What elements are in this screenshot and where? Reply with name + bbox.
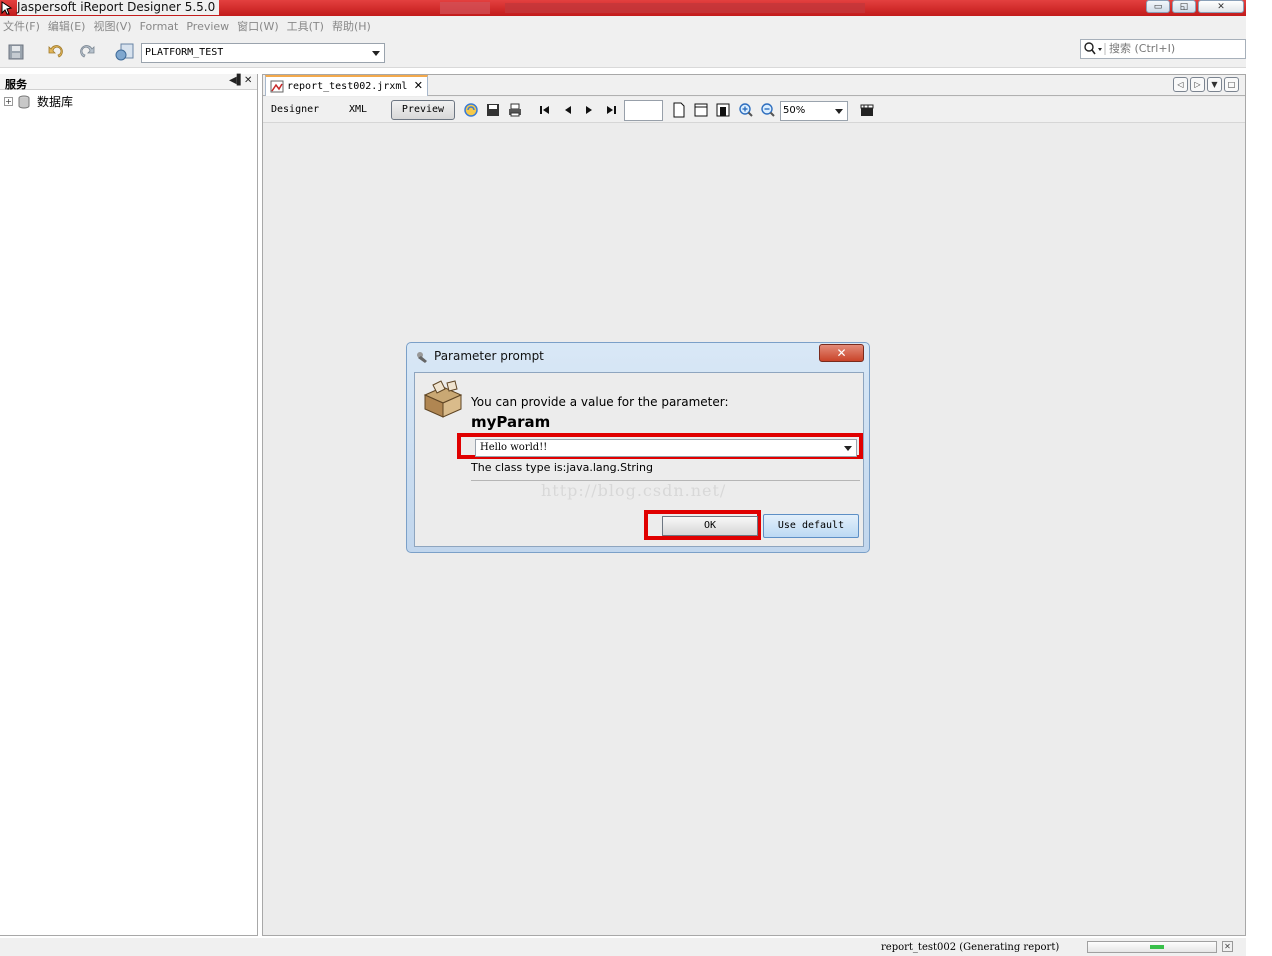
parameter-value: Hello world!! (480, 442, 548, 453)
save-all-icon[interactable] (6, 42, 28, 62)
ok-button-highlight: OK (644, 510, 761, 540)
last-page-icon[interactable] (603, 102, 619, 118)
menu-window[interactable]: 窗口(W) (234, 18, 281, 34)
app-dialog-icon (417, 352, 427, 363)
scroll-tabs-right-icon[interactable]: ▷ (1190, 77, 1205, 92)
expand-icon[interactable]: + (4, 97, 13, 106)
save-report-icon[interactable] (485, 102, 501, 118)
redo-icon[interactable] (76, 42, 98, 62)
tab-xml[interactable]: XML (345, 100, 371, 120)
panel-title: 服务 (5, 78, 27, 91)
tab-preview[interactable]: Preview (391, 100, 455, 120)
panel-header: 服务 ◀▌ ✕ (0, 74, 257, 91)
zoom-value: 50% (783, 105, 806, 116)
tab-label: report_test002.jrxml (287, 81, 408, 92)
chevron-down-icon (844, 446, 852, 451)
package-icon (423, 380, 463, 418)
tab-designer[interactable]: Designer (267, 100, 323, 120)
dialog-body: You can provide a value for the paramete… (414, 372, 864, 547)
blurred-area (440, 2, 490, 14)
status-text: report_test002 (Generating report) (881, 942, 1060, 953)
connection-select[interactable]: PLATFORM_TEST (141, 43, 385, 63)
menu-help[interactable]: 帮助(H) (329, 18, 374, 34)
undo-icon[interactable] (45, 42, 67, 62)
document-tabs: report_test002.jrxml ✕ ◁ ▷ ▼ □ (263, 75, 1245, 96)
first-page-icon[interactable] (537, 102, 553, 118)
chevron-down-icon (372, 51, 380, 56)
database-icon (18, 95, 30, 108)
menu-preview[interactable]: Preview (183, 20, 232, 33)
fit-width-icon[interactable] (693, 102, 709, 118)
search-placeholder: 搜索 (Ctrl+I) (1109, 42, 1176, 55)
watermark: http://blog.csdn.net/ (541, 481, 727, 500)
connection-value: PLATFORM_TEST (145, 47, 224, 58)
status-bar: report_test002 (Generating report) ✕ (0, 938, 1246, 956)
search-input[interactable]: 搜索 (Ctrl+I) (1080, 39, 1246, 59)
maximize-button[interactable]: ◱ (1172, 0, 1196, 13)
blurred-area (505, 3, 865, 13)
window-controls: ▭ ◱ ✕ (1146, 0, 1244, 14)
tree-item-database[interactable]: + 数据库 (4, 93, 73, 110)
previous-page-icon[interactable] (560, 102, 576, 118)
prompt-text: You can provide a value for the paramete… (471, 395, 729, 409)
zoom-select[interactable]: 50% (780, 101, 848, 121)
menu-file[interactable]: 文件(F) (0, 18, 43, 34)
use-default-button[interactable]: Use default (763, 514, 859, 538)
title-bar: Jaspersoft iReport Designer 5.5.0 ▭ ◱ ✕ (0, 0, 1246, 16)
fit-page-icon[interactable] (715, 102, 731, 118)
print-icon[interactable] (507, 102, 523, 118)
close-button[interactable]: ✕ (1198, 0, 1244, 13)
maximize-editor-icon[interactable]: □ (1224, 77, 1239, 92)
menu-tools[interactable]: 工具(T) (284, 18, 327, 34)
services-panel: 服务 ◀▌ ✕ + 数据库 (0, 74, 258, 936)
menu-edit[interactable]: 编辑(E) (45, 18, 89, 34)
parameter-prompt-dialog: Parameter prompt ✕ You can provide a val… (406, 342, 870, 553)
tree-item-label: 数据库 (37, 95, 74, 109)
ok-button[interactable]: OK (662, 516, 758, 536)
minimize-panel-icon[interactable]: ◀▌ (229, 75, 244, 86)
dialog-title: Parameter prompt (434, 349, 544, 363)
tab-report-test002[interactable]: report_test002.jrxml ✕ (265, 75, 428, 96)
tab-list-icon[interactable]: ▼ (1207, 77, 1222, 92)
parameter-name: myParam (471, 413, 551, 431)
menu-bar: 文件(F) 编辑(E) 视图(V) Format Preview 窗口(W) 工… (0, 16, 1246, 36)
minimize-button[interactable]: ▭ (1146, 0, 1170, 13)
preview-toolbar: Designer XML Preview 50% (263, 97, 1245, 123)
next-page-icon[interactable] (581, 102, 597, 118)
close-tab-icon[interactable]: ✕ (414, 79, 423, 92)
search-icon (1084, 42, 1106, 55)
app-icon (1, 1, 13, 15)
dialog-close-button[interactable]: ✕ (819, 344, 864, 362)
datasource-icon[interactable] (113, 42, 135, 62)
clapperboard-icon[interactable] (859, 102, 875, 118)
chevron-down-icon (835, 109, 843, 114)
reload-icon[interactable] (463, 102, 479, 118)
report-file-icon (270, 80, 284, 93)
value-field-highlight: Hello world!! (457, 433, 863, 459)
actual-size-icon[interactable] (671, 102, 687, 118)
menu-view[interactable]: 视图(V) (90, 18, 134, 34)
menu-format[interactable]: Format (137, 20, 182, 33)
class-type-label: The class type is:java.lang.String (471, 461, 653, 474)
progress-bar (1087, 941, 1217, 953)
window-title: Jaspersoft iReport Designer 5.5.0 (17, 0, 220, 15)
progress-fill (1150, 945, 1164, 949)
zoom-out-icon[interactable] (760, 102, 776, 118)
page-number-input[interactable] (624, 100, 663, 121)
close-panel-icon[interactable]: ✕ (244, 75, 252, 86)
zoom-in-icon[interactable] (738, 102, 754, 118)
parameter-value-combo[interactable]: Hello world!! (475, 439, 857, 457)
scroll-tabs-left-icon[interactable]: ◁ (1173, 77, 1188, 92)
cancel-task-icon[interactable]: ✕ (1222, 941, 1233, 952)
tab-navigation: ◁ ▷ ▼ □ (1173, 77, 1239, 92)
